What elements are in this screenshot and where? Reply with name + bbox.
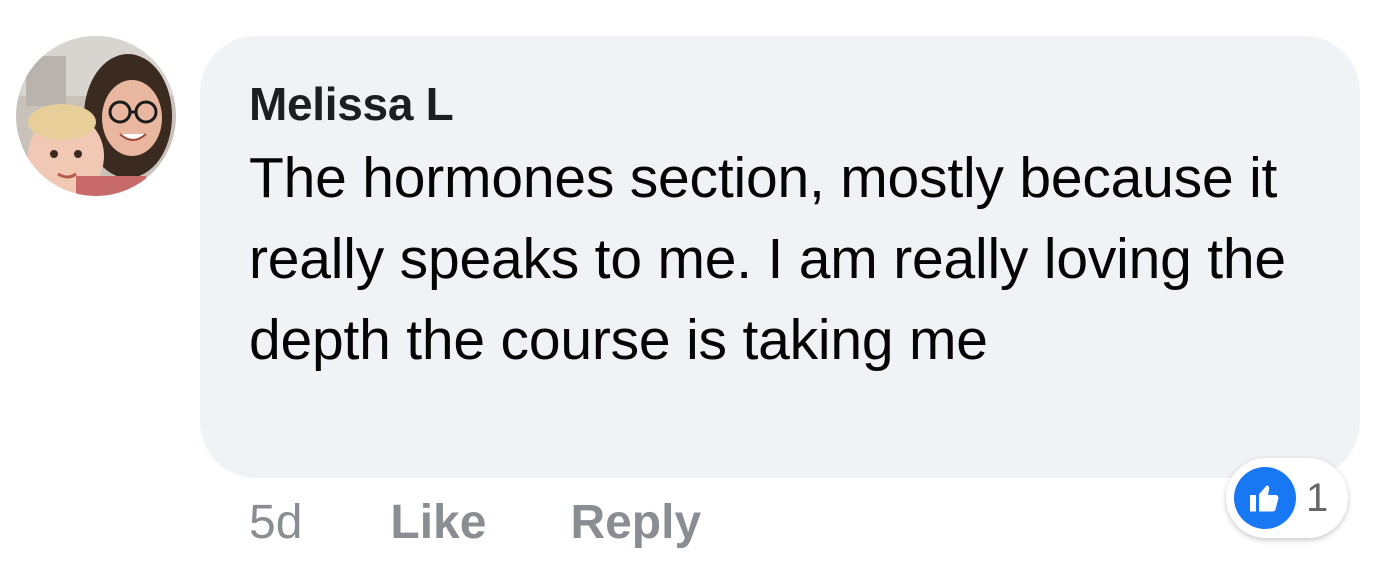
like-button[interactable]: Like	[390, 495, 486, 550]
comment-text: The hormones section, mostly because it …	[249, 146, 1286, 372]
thumbs-up-icon	[1234, 467, 1296, 529]
author-avatar[interactable]	[16, 36, 176, 196]
reply-button[interactable]: Reply	[570, 495, 701, 550]
reaction-count: 1	[1306, 475, 1329, 520]
comment-actions: 5d Like Reply	[249, 492, 701, 552]
avatar-photo	[16, 36, 176, 196]
comment-timestamp[interactable]: 5d	[249, 495, 302, 550]
comment-bubble: Melissa L The hormones section, mostly b…	[200, 36, 1360, 478]
author-name[interactable]: Melissa L	[249, 76, 1312, 132]
reaction-summary[interactable]: 1	[1226, 458, 1348, 538]
